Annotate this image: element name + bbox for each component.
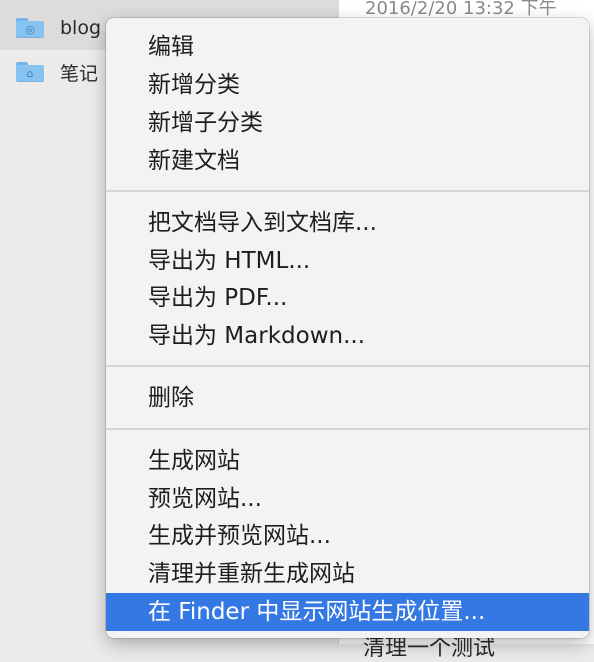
menu-item-export-html[interactable]: 导出为 HTML... — [106, 242, 589, 280]
menu-item-new-document[interactable]: 新建文档 — [106, 142, 589, 180]
menu-item-delete[interactable]: 删除 — [106, 379, 589, 417]
menu-separator — [106, 365, 589, 367]
menu-item-import-documents[interactable]: 把文档导入到文档库... — [106, 204, 589, 242]
menu-item-clean-and-regenerate-site[interactable]: 清理并重新生成网站 — [106, 555, 589, 593]
folder-icon: ◎ — [16, 18, 44, 38]
menu-item-add-subcategory[interactable]: 新增子分类 — [106, 104, 589, 142]
menu-item-add-category[interactable]: 新增分类 — [106, 66, 589, 104]
sidebar-item-blog[interactable]: ◎ blog — [16, 12, 101, 44]
context-menu: 编辑 新增分类 新增子分类 新建文档 把文档导入到文档库... 导出为 HTML… — [106, 18, 589, 638]
document-date: 2016/2/20 13:32 下午 — [365, 0, 557, 19]
sidebar-item-label: blog — [60, 17, 102, 39]
menu-item-edit[interactable]: 编辑 — [106, 28, 589, 66]
menu-item-export-markdown[interactable]: 导出为 Markdown... — [106, 317, 589, 355]
menu-separator — [106, 428, 589, 430]
menu-item-show-in-finder[interactable]: 在 Finder 中显示网站生成位置... — [106, 593, 589, 631]
compass-icon: ◎ — [25, 23, 35, 36]
sidebar-item-label: 笔记 — [60, 62, 99, 85]
menu-item-preview-site[interactable]: 预览网站... — [106, 480, 589, 518]
menu-item-generate-and-preview-site[interactable]: 生成并预览网站... — [106, 517, 589, 555]
sidebar-item-notes[interactable]: ⌂ 笔记 — [16, 56, 98, 88]
menu-item-export-pdf[interactable]: 导出为 PDF... — [106, 279, 589, 317]
menu-item-generate-site[interactable]: 生成网站 — [106, 442, 589, 480]
menu-separator — [106, 190, 589, 192]
folder-icon: ⌂ — [16, 62, 44, 82]
bank-icon: ⌂ — [26, 67, 34, 80]
